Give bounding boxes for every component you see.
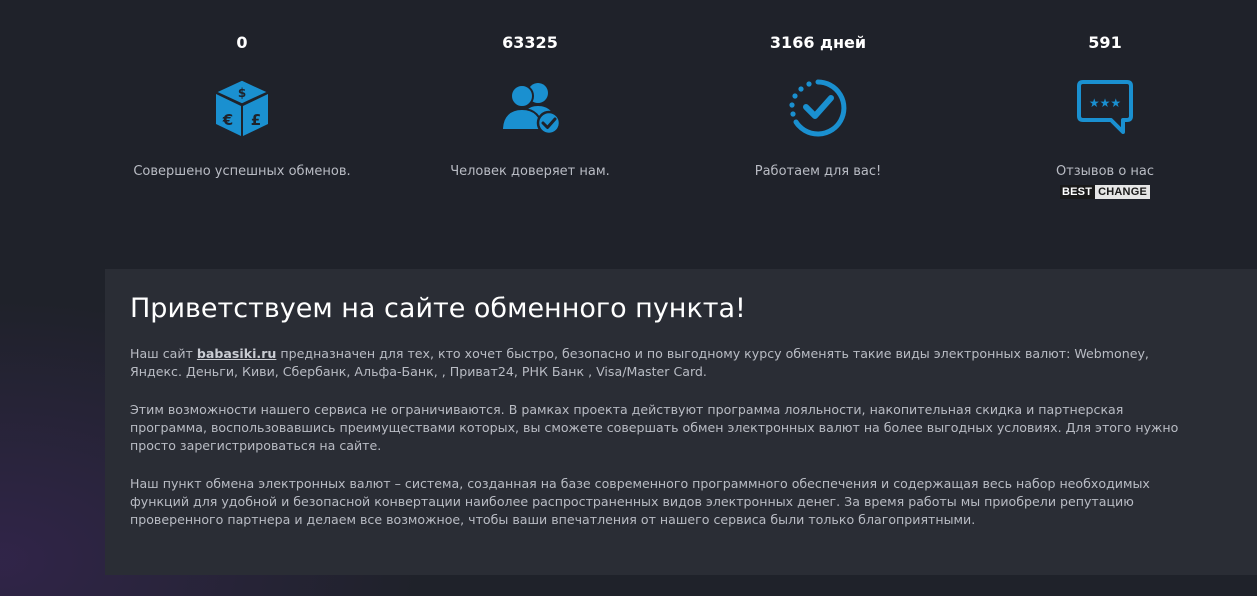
stat-value: 591 bbox=[1088, 33, 1122, 52]
welcome-title: Приветствуем на сайте обменного пункта! bbox=[130, 293, 746, 324]
welcome-paragraph-2: Этим возможности нашего сервиса не огран… bbox=[130, 402, 1179, 453]
stat-days: 3166 дней Работаем для вас! bbox=[688, 32, 948, 180]
stat-reviews[interactable]: 591 ★★★ Отзывов о нас BEST CHANGE bbox=[975, 32, 1235, 199]
bestchange-logo[interactable]: BEST CHANGE bbox=[1059, 185, 1150, 199]
stat-caption: Совершено успешных обменов. bbox=[133, 164, 351, 179]
welcome-panel: Приветствуем на сайте обменного пункта! … bbox=[105, 269, 1257, 575]
welcome-text: Наш сайт babasiki.ru предназначен для те… bbox=[130, 345, 1190, 549]
welcome-paragraph-1: Наш сайт babasiki.ru предназначен для те… bbox=[130, 345, 1190, 381]
site-link[interactable]: babasiki.ru bbox=[197, 346, 277, 361]
svg-text:$: $ bbox=[238, 86, 246, 100]
svg-text:★★★: ★★★ bbox=[1089, 96, 1121, 110]
currency-cube-icon: $ € £ bbox=[214, 79, 270, 136]
stat-caption: Отзывов о нас bbox=[1055, 164, 1155, 179]
p1-before: Наш сайт bbox=[130, 346, 197, 361]
review-bubble-icon: ★★★ bbox=[1077, 80, 1133, 134]
bestchange-logo-part2: CHANGE bbox=[1095, 185, 1150, 199]
stat-value: 63325 bbox=[502, 33, 558, 52]
users-check-icon bbox=[500, 83, 562, 136]
svg-text:€: € bbox=[222, 111, 233, 129]
stat-exchanges: 0 $ € £ Совершено успешных обменов. bbox=[112, 32, 372, 180]
welcome-paragraph-3: Наш пункт обмена электронных валют – сис… bbox=[130, 476, 1150, 527]
stats-section: 0 $ € £ Совершено успешных обменов. 6332… bbox=[0, 0, 1257, 260]
stat-caption: Работаем для вас! bbox=[754, 164, 882, 179]
bestchange-logo-part1: BEST bbox=[1059, 185, 1096, 199]
stat-caption: Человек доверяет нам. bbox=[450, 164, 610, 179]
p1-after: предназначен для тех, кто хочет быстро, … bbox=[130, 346, 1149, 379]
svg-text:£: £ bbox=[251, 111, 261, 129]
stat-users: 63325 Человек доверяет нам. bbox=[400, 32, 660, 180]
clock-check-icon bbox=[789, 79, 847, 137]
stat-value: 0 bbox=[236, 33, 248, 52]
stat-value: 3166 дней bbox=[769, 33, 867, 52]
